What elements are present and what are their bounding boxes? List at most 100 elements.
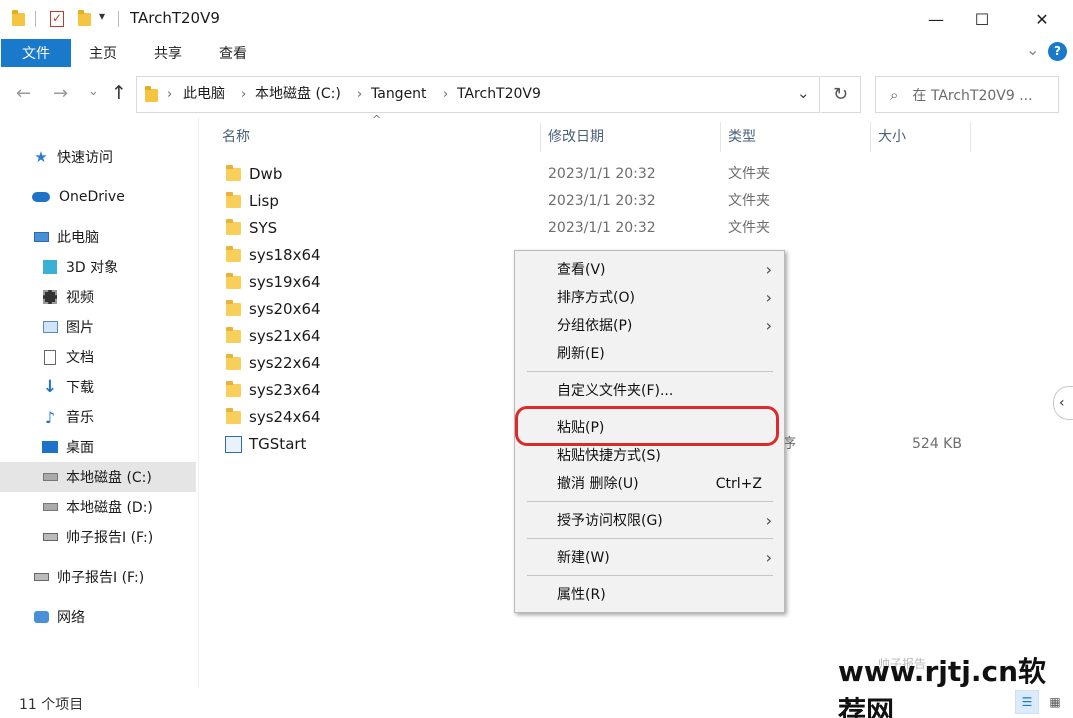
picture-icon	[42, 320, 58, 334]
navigation-pane: ★ 快速访问 OneDrive 此电脑 3D 对象 视频 图片 文档 ↓ 下载 ♪ 音…	[0, 138, 197, 688]
menu-item-sort-by[interactable]: 排序方式(O) ›	[515, 284, 784, 312]
address-bar[interactable]: › 此电脑 › 本地磁盘 (C:) › Tangent › TArchT20V9…	[136, 76, 820, 113]
menu-item-view[interactable]: 查看(V) ›	[515, 256, 784, 284]
nav-item-quick-access[interactable]: ★ 快速访问	[0, 142, 196, 172]
address-dropdown-icon[interactable]: ⌄	[797, 84, 810, 102]
menu-item-customize-folder[interactable]: 自定义文件夹(F)...	[515, 377, 784, 405]
file-name: SYS	[249, 219, 278, 237]
column-header-date[interactable]: 修改日期	[548, 120, 604, 154]
folder-icon	[226, 273, 241, 289]
column-divider[interactable]	[970, 122, 971, 152]
ribbon-tabs: 文件 主页 共享 查看 ⌄ ?	[0, 38, 1073, 68]
menu-separator	[527, 371, 773, 372]
menu-item-label: 新建(W)	[557, 550, 610, 566]
file-type: 文件夹	[728, 220, 770, 236]
breadcrumb-tarcht20v9[interactable]: TArchT20V9	[457, 77, 541, 112]
file-name: sys22x64	[249, 354, 321, 372]
folder-icon	[226, 246, 241, 262]
nav-item-label: 3D 对象	[66, 260, 119, 276]
folder-icon	[226, 408, 241, 424]
chevron-right-icon: ›	[765, 260, 772, 279]
nav-item-onedrive[interactable]: OneDrive	[0, 182, 196, 212]
folder-icon	[226, 219, 241, 235]
close-button[interactable]: ✕	[1019, 0, 1065, 38]
title-bar: ✓ ▾ TArchT20V9 — ☐ ✕	[0, 0, 1073, 38]
nav-item-desktop[interactable]: 桌面	[0, 432, 196, 462]
file-date: 2023/1/1 20:32	[548, 166, 656, 182]
properties-quick-access-icon[interactable]: ✓	[50, 11, 64, 27]
folder-icon	[226, 354, 241, 370]
chevron-right-icon[interactable]: ›	[241, 77, 246, 112]
chevron-left-icon[interactable]: ‹	[1053, 386, 1073, 420]
folder-icon	[226, 300, 241, 316]
nav-item-videos[interactable]: 视频	[0, 282, 196, 312]
ribbon-collapse-icon[interactable]: ⌄	[1026, 40, 1039, 59]
file-row[interactable]: Dwb 2023/1/1 20:32 文件夹	[222, 161, 1002, 188]
menu-item-grant-access[interactable]: 授予访问权限(G) ›	[515, 507, 784, 535]
file-name: Dwb	[249, 165, 283, 183]
new-folder-quick-access-icon[interactable]	[78, 10, 91, 26]
breadcrumb-this-pc[interactable]: 此电脑	[183, 77, 225, 112]
column-divider[interactable]	[540, 122, 541, 152]
file-name: sys21x64	[249, 327, 321, 345]
menu-item-label: 排序方式(O)	[557, 290, 635, 306]
refresh-button[interactable]: ↻	[821, 76, 861, 113]
nav-item-documents[interactable]: 文档	[0, 342, 196, 372]
nav-item-label: 本地磁盘 (C:)	[66, 470, 152, 486]
window-title: TArchT20V9	[130, 9, 220, 27]
menu-item-refresh[interactable]: 刷新(E)	[515, 340, 784, 368]
back-button[interactable]: ←	[16, 83, 31, 104]
nav-item-3d-objects[interactable]: 3D 对象	[0, 252, 196, 282]
maximize-button[interactable]: ☐	[959, 0, 1005, 38]
menu-item-label: 分组依据(P)	[557, 318, 633, 334]
details-view-button[interactable]: ☰	[1015, 690, 1039, 714]
chevron-right-icon[interactable]: ›	[357, 77, 362, 112]
chevron-right-icon: ›	[765, 288, 772, 307]
tab-view[interactable]: 查看	[210, 39, 256, 67]
nav-item-label: 桌面	[66, 440, 94, 456]
menu-item-new[interactable]: 新建(W) ›	[515, 544, 784, 572]
file-row[interactable]: SYS 2023/1/1 20:32 文件夹	[222, 215, 1002, 242]
menu-item-undo-delete[interactable]: 撤消 删除(U) Ctrl+Z	[515, 470, 784, 498]
column-header-name[interactable]: 名称	[222, 120, 250, 154]
file-row[interactable]: Lisp 2023/1/1 20:32 文件夹	[222, 188, 1002, 215]
tab-share[interactable]: 共享	[145, 39, 191, 67]
search-input[interactable]: ⌕ 在 TArchT20V9 ...	[875, 76, 1059, 113]
pane-divider[interactable]	[198, 118, 199, 688]
menu-item-properties[interactable]: 属性(R)	[515, 581, 784, 609]
chevron-right-icon[interactable]: ›	[443, 77, 448, 112]
nav-item-downloads[interactable]: ↓ 下载	[0, 372, 196, 402]
chevron-right-icon: ›	[765, 511, 772, 530]
column-header-size[interactable]: 大小	[878, 120, 906, 154]
nav-item-usb-drive-f-root[interactable]: 帅子报告I (F:)	[0, 562, 196, 592]
file-name: sys20x64	[249, 300, 321, 318]
folder-icon	[226, 165, 241, 181]
tab-file[interactable]: 文件	[1, 39, 71, 67]
breadcrumb-local-disk-c[interactable]: 本地磁盘 (C:)	[255, 77, 341, 112]
menu-item-paste-shortcut[interactable]: 粘贴快捷方式(S)	[515, 442, 784, 470]
nav-item-network[interactable]: 网络	[0, 602, 196, 632]
large-icons-view-button[interactable]: ▦	[1043, 690, 1067, 714]
up-button[interactable]: ↑	[111, 82, 127, 104]
minimize-button[interactable]: —	[913, 0, 959, 38]
nav-item-pictures[interactable]: 图片	[0, 312, 196, 342]
menu-item-group-by[interactable]: 分组依据(P) ›	[515, 312, 784, 340]
forward-button[interactable]: →	[53, 83, 68, 104]
tab-home[interactable]: 主页	[80, 39, 126, 67]
nav-item-this-pc[interactable]: 此电脑	[0, 222, 196, 252]
column-divider[interactable]	[870, 122, 871, 152]
customize-quick-access-dropdown[interactable]: ▾	[99, 9, 105, 23]
column-header-type[interactable]: 类型	[728, 120, 756, 154]
chevron-right-icon[interactable]: ›	[167, 77, 172, 112]
breadcrumb-tangent[interactable]: Tangent	[371, 77, 427, 112]
star-icon: ★	[34, 148, 48, 166]
nav-item-local-disk-c[interactable]: 本地磁盘 (C:)	[0, 462, 196, 492]
nav-item-usb-drive-f[interactable]: 帅子报告I (F:)	[0, 522, 196, 552]
nav-item-music[interactable]: ♪ 音乐	[0, 402, 196, 432]
column-divider[interactable]	[720, 122, 721, 152]
menu-item-label: 查看(V)	[557, 262, 606, 278]
help-icon[interactable]: ?	[1048, 42, 1067, 61]
recent-locations-button[interactable]: ⌄	[88, 84, 99, 99]
nav-item-local-disk-d[interactable]: 本地磁盘 (D:)	[0, 492, 196, 522]
nav-item-label: 音乐	[66, 410, 94, 426]
